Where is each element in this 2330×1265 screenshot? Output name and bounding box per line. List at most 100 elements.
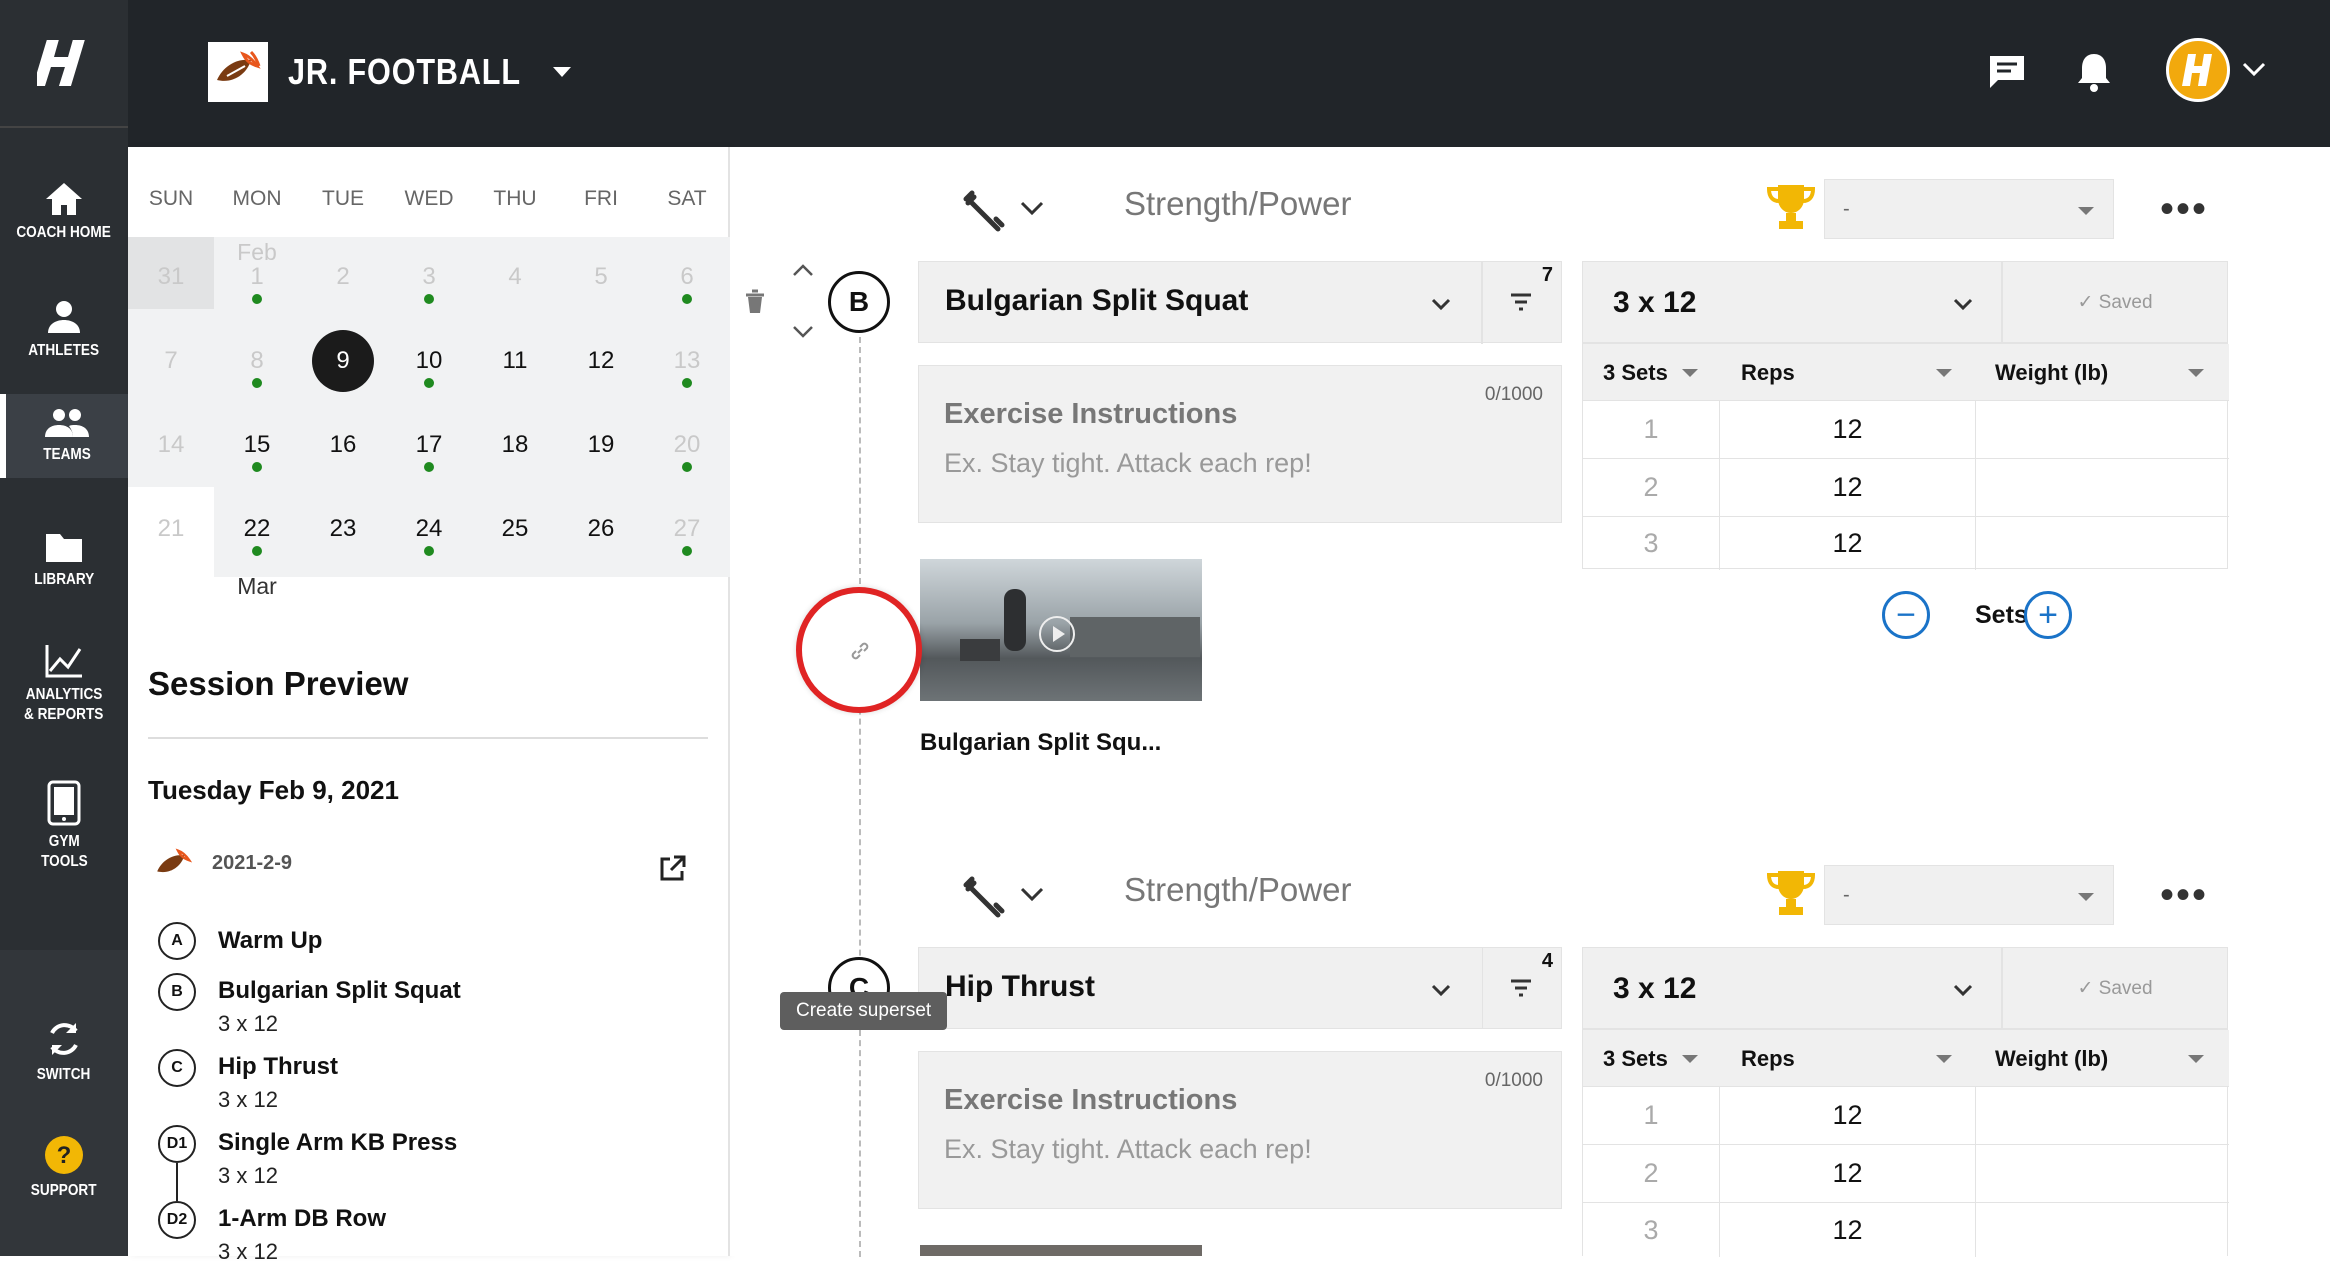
reps-input[interactable]: 12	[1719, 400, 1975, 458]
nav-athletes[interactable]: ATHLETES	[0, 290, 128, 370]
calendar-day[interactable]: 14	[128, 431, 214, 459]
weight-input[interactable]	[1975, 458, 2229, 516]
trash-icon[interactable]	[744, 289, 766, 315]
weight-input[interactable]	[1975, 1202, 2229, 1257]
reps-input[interactable]: 12	[1719, 1202, 1975, 1257]
calendar-day[interactable]: 25	[472, 515, 558, 543]
open-external-icon[interactable]	[658, 855, 686, 883]
nav-switch[interactable]: SWITCH	[0, 1010, 128, 1094]
weight-input[interactable]	[1975, 1144, 2229, 1202]
calendar-day[interactable]: 19	[558, 431, 644, 459]
video-caption: Bulgarian Split Squ...	[920, 729, 1162, 756]
reps-input[interactable]: 12	[1719, 1144, 1975, 1202]
calendar-day[interactable]: 10	[386, 347, 472, 375]
exercise-video-thumbnail[interactable]	[920, 559, 1202, 701]
chevron-down-icon[interactable]	[1681, 368, 1699, 378]
calendar-day[interactable]: 23	[300, 515, 386, 543]
team-selector[interactable]: JR. FOOTBALL	[208, 42, 572, 102]
exercise-filter-button[interactable]: 4	[1482, 947, 1562, 1029]
calendar-day[interactable]: 3	[386, 263, 472, 291]
calendar-day[interactable]: 24	[386, 515, 472, 543]
calendar-day[interactable]: 11	[472, 347, 558, 375]
bell-icon[interactable]	[2076, 50, 2112, 92]
calendar-day-selected[interactable]: 9	[312, 330, 374, 392]
exercise-type-icon[interactable]	[962, 189, 1006, 233]
add-set-button[interactable]: +	[2024, 591, 2072, 639]
calendar-day[interactable]: 6	[644, 263, 730, 291]
chevron-down-icon	[2078, 207, 2094, 215]
nav-teams[interactable]: TEAMS	[0, 394, 128, 478]
nav-library[interactable]: LIBRARY	[0, 520, 128, 600]
reps-input[interactable]: 12	[1719, 458, 1975, 516]
calendar-day[interactable]: 1	[214, 263, 300, 291]
more-options-button[interactable]: •••	[2160, 873, 2208, 918]
nav-gym-tools[interactable]: GYM TOOLS	[0, 776, 128, 876]
trophy-select[interactable]: -	[1824, 865, 2114, 925]
col-sets-header[interactable]: 3 Sets	[1603, 1046, 1668, 1072]
exercise-video-thumbnail[interactable]	[920, 1245, 1202, 1256]
scheme-select[interactable]: 3 x 12	[1582, 947, 2002, 1029]
chevron-down-icon[interactable]	[792, 325, 814, 339]
calendar-day[interactable]: 26	[558, 515, 644, 543]
exercise-filter-button[interactable]: 7	[1482, 261, 1562, 343]
calendar-day[interactable]: 16	[300, 431, 386, 459]
calendar-day[interactable]: 20	[644, 431, 730, 459]
team-logo-small	[157, 848, 193, 873]
calendar-day[interactable]: 15	[214, 431, 300, 459]
tablet-icon	[47, 780, 81, 826]
instructions-field[interactable]: Exercise Instructions Ex. Stay tight. At…	[918, 1051, 1562, 1209]
reps-input[interactable]: 12	[1719, 516, 1975, 570]
trophy-select[interactable]: -	[1824, 179, 2114, 239]
weight-input[interactable]	[1975, 516, 2229, 570]
exercise-tag: A	[158, 922, 196, 960]
chevron-down-icon[interactable]	[2187, 1054, 2205, 1064]
calendar-day[interactable]: 21	[128, 515, 214, 543]
calendar-day[interactable]: 2	[300, 263, 386, 291]
calendar-day[interactable]: 18	[472, 431, 558, 459]
chevron-down-icon[interactable]	[2187, 368, 2205, 378]
nav-analytics[interactable]: ANALYTICS & REPORTS	[0, 636, 128, 732]
avatar[interactable]	[2166, 38, 2230, 102]
col-weight-header[interactable]: Weight (lb)	[1995, 1046, 2108, 1072]
nav-coach-home[interactable]: COACH HOME	[0, 172, 128, 252]
more-options-button[interactable]: •••	[2160, 187, 2208, 232]
calendar-day[interactable]: 17	[386, 431, 472, 459]
calendar-day[interactable]: 13	[644, 347, 730, 375]
exercise-select[interactable]: Hip Thrust	[918, 947, 1484, 1029]
exercise-type-icon[interactable]	[962, 875, 1006, 919]
exercise-select[interactable]: Bulgarian Split Squat	[918, 261, 1484, 344]
calendar-day[interactable]: 27	[644, 515, 730, 543]
session-dot	[424, 546, 434, 556]
nav-support[interactable]: ? SUPPORT	[0, 1126, 128, 1210]
chevron-down-icon[interactable]	[2242, 62, 2266, 78]
calendar-day[interactable]: 8	[214, 347, 300, 375]
calendar-day[interactable]: 4	[472, 263, 558, 291]
calendar-day[interactable]: 7	[128, 347, 214, 375]
app-logo[interactable]	[0, 0, 128, 128]
superset-link-highlight[interactable]	[796, 587, 922, 713]
remove-set-button[interactable]: −	[1882, 591, 1930, 639]
chat-icon[interactable]	[1988, 54, 2026, 90]
sets-label: Sets	[1975, 601, 2028, 629]
chevron-up-icon[interactable]	[792, 263, 814, 277]
col-sets-header[interactable]: 3 Sets	[1603, 360, 1668, 386]
chevron-down-icon[interactable]	[1681, 1054, 1699, 1064]
scheme-select[interactable]: 3 x 12	[1582, 261, 2002, 343]
col-reps-header[interactable]: Reps	[1741, 360, 1795, 386]
chevron-down-icon[interactable]	[1935, 368, 1953, 378]
exercise-tag: D1	[158, 1125, 196, 1163]
calendar-day[interactable]: 22	[214, 515, 300, 543]
weight-input[interactable]	[1975, 1086, 2229, 1144]
instructions-field[interactable]: Exercise Instructions Ex. Stay tight. At…	[918, 365, 1562, 523]
weight-input[interactable]	[1975, 400, 2229, 458]
calendar-day[interactable]: 12	[558, 347, 644, 375]
preview-exercise-name: Hip Thrust	[218, 1053, 338, 1080]
chevron-down-icon[interactable]	[1020, 887, 1044, 903]
chevron-down-icon[interactable]	[1020, 201, 1044, 217]
calendar-day[interactable]: 31	[128, 263, 214, 291]
col-weight-header[interactable]: Weight (lb)	[1995, 360, 2108, 386]
reps-input[interactable]: 12	[1719, 1086, 1975, 1144]
chevron-down-icon[interactable]	[1935, 1054, 1953, 1064]
calendar-day[interactable]: 5	[558, 263, 644, 291]
col-reps-header[interactable]: Reps	[1741, 1046, 1795, 1072]
